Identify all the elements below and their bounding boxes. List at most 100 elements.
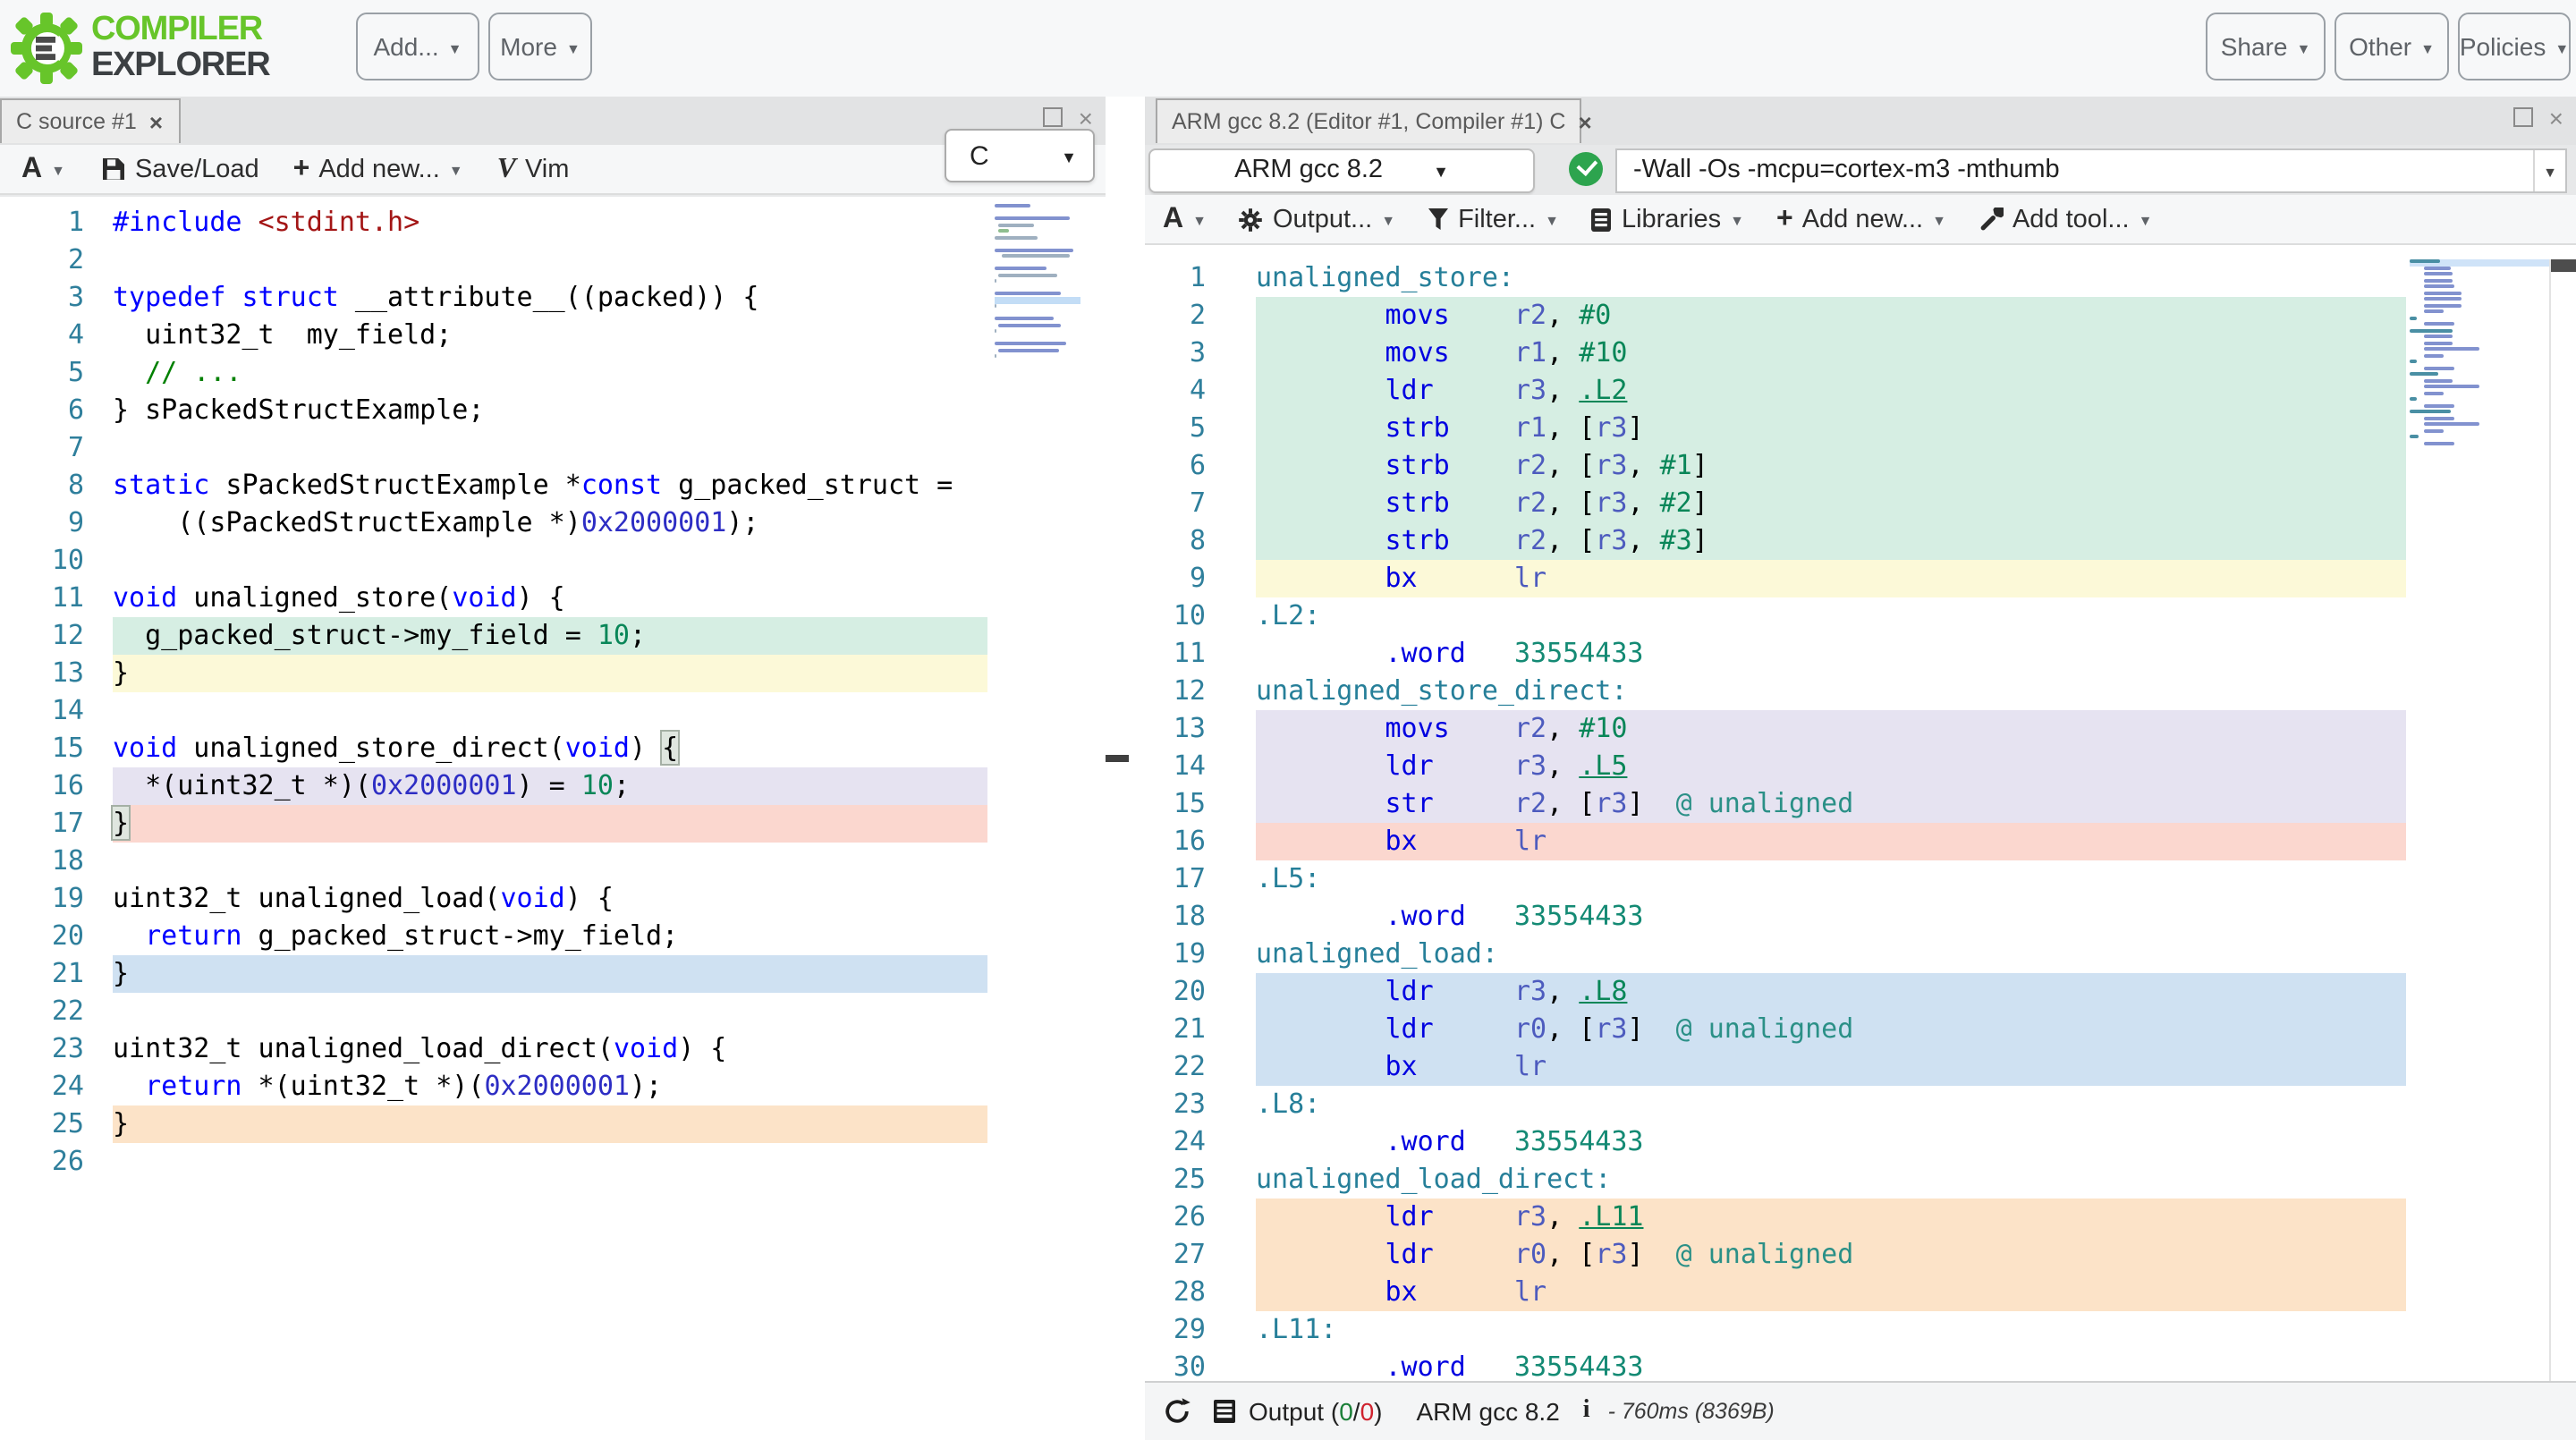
options-dropdown-button[interactable]: ▼ (2533, 149, 2565, 191)
line-number[interactable]: 18 (0, 843, 84, 880)
code-line[interactable]: 3typedef struct __attribute__((packed)) … (0, 279, 1106, 317)
line-number[interactable]: 23 (1145, 1086, 1206, 1123)
close-icon[interactable]: × (1578, 108, 1591, 135)
close-icon[interactable]: × (149, 108, 163, 135)
code-line[interactable]: 22 (0, 993, 1106, 1030)
tab-compiler-output[interactable]: ARM gcc 8.2 (Editor #1, Compiler #1) C × (1156, 98, 1581, 143)
line-number[interactable]: 24 (0, 1068, 84, 1105)
code-line[interactable]: 21 ldr r0, [r3] @ unaligned (1145, 1011, 2576, 1048)
code-line[interactable]: 15 str r2, [r3] @ unaligned (1145, 785, 2576, 823)
line-number[interactable]: 28 (1145, 1274, 1206, 1311)
line-number[interactable]: 22 (1145, 1048, 1206, 1086)
maximize-icon[interactable] (1043, 107, 1063, 127)
code-line[interactable]: 6} sPackedStructExample; (0, 392, 1106, 429)
line-number[interactable]: 19 (0, 880, 84, 918)
line-number[interactable]: 19 (1145, 936, 1206, 973)
code-line[interactable]: 9 bx lr (1145, 560, 2576, 597)
line-number[interactable]: 29 (1145, 1311, 1206, 1349)
tab-c-source[interactable]: C source #1 × (0, 98, 181, 143)
line-number[interactable]: 17 (1145, 860, 1206, 898)
code-line[interactable]: 6 strb r2, [r3, #1] (1145, 447, 2576, 485)
line-number[interactable]: 4 (0, 317, 84, 354)
code-line[interactable]: 3 movs r1, #10 (1145, 335, 2576, 372)
line-number[interactable]: 14 (0, 692, 84, 730)
language-select[interactable]: C ▼ (945, 129, 1095, 182)
line-number[interactable]: 15 (0, 730, 84, 767)
line-number[interactable]: 7 (1145, 485, 1206, 522)
asm-editor[interactable]: 1unaligned_store:2 movs r2, #03 movs r1,… (1145, 245, 2576, 1381)
code-line[interactable]: 24 .word 33554433 (1145, 1123, 2576, 1161)
line-number[interactable]: 25 (1145, 1161, 1206, 1199)
code-line[interactable]: 26 ldr r3, .L11 (1145, 1199, 2576, 1236)
line-number[interactable]: 26 (0, 1143, 84, 1181)
code-line[interactable]: 30 .word 33554433 (1145, 1349, 2576, 1381)
share-button[interactable]: Share▼ (2206, 13, 2326, 80)
code-line[interactable]: 12unaligned_store_direct: (1145, 673, 2576, 710)
code-line[interactable]: 2 (0, 241, 1106, 279)
close-icon[interactable]: × (1079, 108, 1093, 126)
line-number[interactable]: 3 (0, 279, 84, 317)
compiler-explorer-logo-icon[interactable] (9, 11, 84, 86)
line-number[interactable]: 5 (0, 354, 84, 392)
line-number[interactable]: 6 (0, 392, 84, 429)
line-number[interactable]: 2 (0, 241, 84, 279)
line-number[interactable]: 6 (1145, 447, 1206, 485)
line-number[interactable]: 13 (1145, 710, 1206, 748)
code-line[interactable]: 17} (0, 805, 1106, 843)
line-number[interactable]: 21 (0, 955, 84, 993)
code-line[interactable]: 20 return g_packed_struct->my_field; (0, 918, 1106, 955)
line-number[interactable]: 3 (1145, 335, 1206, 372)
code-line[interactable]: 8static sPackedStructExample *const g_pa… (0, 467, 1106, 504)
line-number[interactable]: 9 (0, 504, 84, 542)
line-number[interactable]: 26 (1145, 1199, 1206, 1236)
code-line[interactable]: 5 // ... (0, 354, 1106, 392)
line-number[interactable]: 13 (0, 655, 84, 692)
code-line[interactable]: 29.L11: (1145, 1311, 2576, 1349)
source-editor[interactable]: 1#include <stdint.h>23typedef struct __a… (0, 197, 1106, 1440)
line-number[interactable]: 1 (1145, 259, 1206, 297)
code-line[interactable]: 21} (0, 955, 1106, 993)
code-line[interactable]: 13 movs r2, #10 (1145, 710, 2576, 748)
libraries-button[interactable]: Libraries ▼ (1591, 205, 1744, 233)
output-counts[interactable]: Output (0/0) (1249, 1397, 1383, 1426)
code-line[interactable]: 24 return *(uint32_t *)(0x2000001); (0, 1068, 1106, 1105)
line-number[interactable]: 17 (0, 805, 84, 843)
line-number[interactable]: 8 (1145, 522, 1206, 560)
line-number[interactable]: 21 (1145, 1011, 1206, 1048)
code-line[interactable]: 26 (0, 1143, 1106, 1181)
other-button[interactable]: Other▼ (2334, 13, 2449, 80)
code-line[interactable]: 15void unaligned_store_direct(void) { (0, 730, 1106, 767)
compiler-select[interactable]: ARM gcc 8.2 ▼ (1148, 148, 1535, 192)
compiler-options-input[interactable]: -Wall -Os -mcpu=cortex-m3 -mthumb (1617, 156, 2533, 184)
output-log-icon[interactable] (1213, 1399, 1236, 1424)
save-load-button[interactable]: Save/Load (103, 155, 259, 183)
add-pane-button[interactable]: Add...▼ (356, 13, 479, 80)
line-number[interactable]: 9 (1145, 560, 1206, 597)
line-number[interactable]: 16 (1145, 823, 1206, 860)
maximize-icon[interactable] (2513, 107, 2533, 127)
code-line[interactable]: 18 (0, 843, 1106, 880)
line-number[interactable]: 20 (1145, 973, 1206, 1011)
code-line[interactable]: 25unaligned_load_direct: (1145, 1161, 2576, 1199)
code-line[interactable]: 8 strb r2, [r3, #3] (1145, 522, 2576, 560)
line-number[interactable]: 27 (1145, 1236, 1206, 1274)
line-number[interactable]: 22 (0, 993, 84, 1030)
line-number[interactable]: 5 (1145, 410, 1206, 447)
add-tool-button[interactable]: Add tool... ▼ (1979, 205, 2152, 233)
policies-button[interactable]: Policies▼ (2458, 13, 2571, 80)
pane-splitter[interactable] (1106, 97, 1145, 1440)
code-line[interactable]: 12 g_packed_struct->my_field = 10; (0, 617, 1106, 655)
line-number[interactable]: 1 (0, 204, 84, 241)
code-line[interactable]: 10 (0, 542, 1106, 580)
code-line[interactable]: 19unaligned_load: (1145, 936, 2576, 973)
code-line[interactable]: 1unaligned_store: (1145, 259, 2576, 297)
code-line[interactable]: 7 (0, 429, 1106, 467)
code-line[interactable]: 1#include <stdint.h> (0, 204, 1106, 241)
code-line[interactable]: 5 strb r1, [r3] (1145, 410, 2576, 447)
code-line[interactable]: 25} (0, 1105, 1106, 1143)
code-line[interactable]: 10.L2: (1145, 597, 2576, 635)
output-options-button[interactable]: Output... ▼ (1239, 205, 1395, 233)
code-line[interactable]: 9 ((sPackedStructExample *)0x2000001); (0, 504, 1106, 542)
line-number[interactable]: 18 (1145, 898, 1206, 936)
code-line[interactable]: 16 *(uint32_t *)(0x2000001) = 10; (0, 767, 1106, 805)
